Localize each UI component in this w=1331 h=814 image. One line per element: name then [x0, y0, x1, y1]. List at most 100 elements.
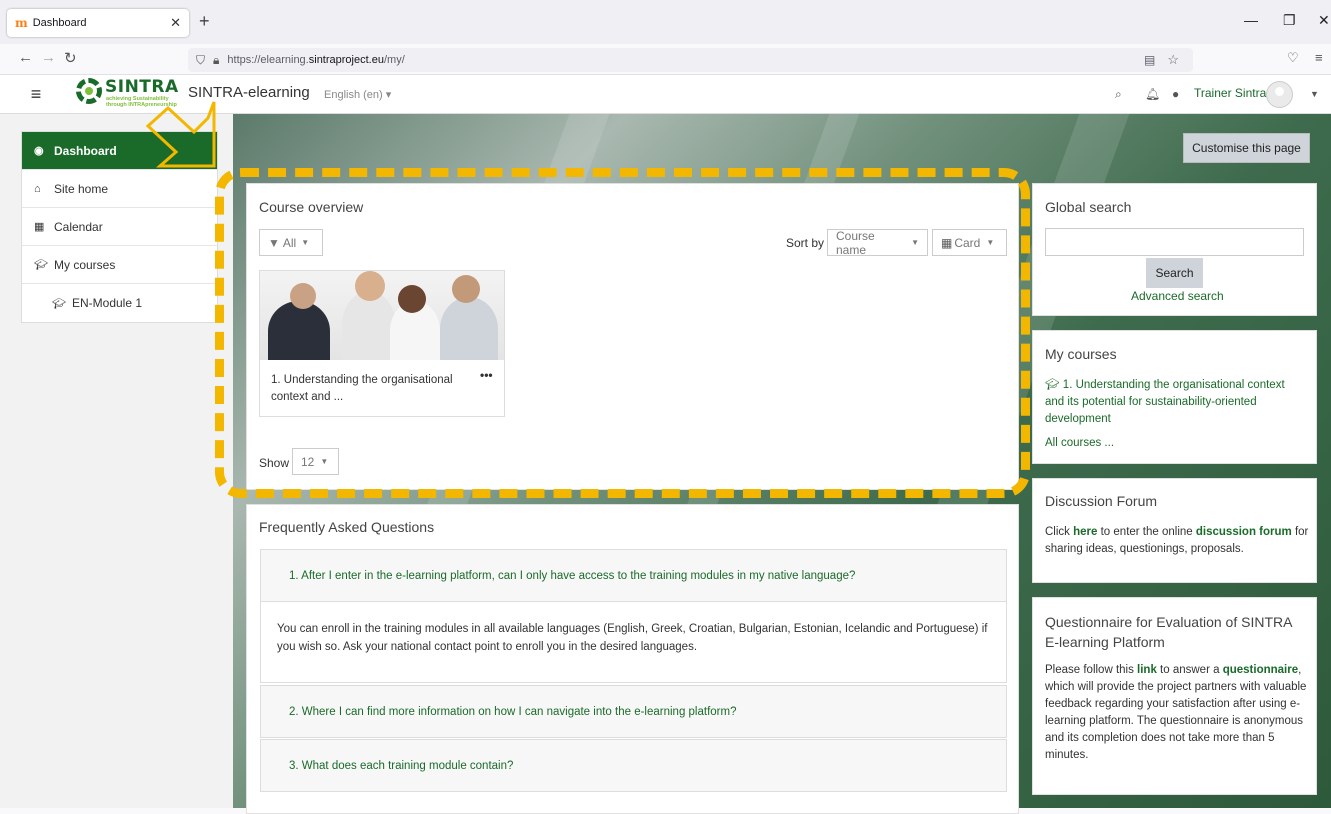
- search-button[interactable]: Search: [1146, 258, 1203, 288]
- forum-text: Click here to enter the online discussio…: [1045, 524, 1310, 558]
- url-path: /my/: [383, 54, 405, 66]
- advanced-search-link[interactable]: Advanced search: [1131, 289, 1224, 303]
- faq-question-1[interactable]: 1. After I enter in the e-learning platf…: [260, 549, 1007, 602]
- grid-icon: ▦: [941, 235, 953, 250]
- graduation-cap-icon: 🎓︎: [1045, 379, 1063, 391]
- sidebar-item-label: My courses: [54, 257, 116, 272]
- messages-icon[interactable]: ●: [1172, 87, 1179, 101]
- search-icon[interactable]: ⌕: [1115, 87, 1122, 102]
- questionnaire-link[interactable]: link: [1137, 664, 1157, 676]
- block-title: Frequently Asked Questions: [259, 519, 435, 535]
- chevron-down-icon: ▼: [986, 238, 995, 247]
- browser-tab[interactable]: m Dashboard ✕: [7, 9, 189, 37]
- questionnaire-text-part: Please follow this: [1045, 664, 1138, 676]
- annotation-arrow-icon: [146, 101, 216, 168]
- block-title: Discussion Forum: [1045, 493, 1158, 509]
- moodle-favicon-icon: m: [15, 16, 28, 30]
- sidebar-item-label: Site home: [54, 181, 109, 196]
- user-name[interactable]: Trainer Sintra: [1194, 86, 1266, 100]
- url-prefix: https://elearning.: [227, 54, 309, 66]
- back-icon[interactable]: ←: [18, 49, 33, 66]
- sidebar-item-label: EN-Module 1: [72, 296, 143, 310]
- global-search-block: Global search Search Advanced search: [1032, 183, 1317, 316]
- block-title: My courses: [1045, 346, 1117, 362]
- user-menu-caret-icon[interactable]: ▼: [1310, 89, 1319, 99]
- chevron-down-icon: ▼: [301, 238, 310, 247]
- shield-icon: ⛉: [196, 52, 206, 67]
- sort-dropdown[interactable]: Course name ▼: [827, 228, 928, 257]
- all-courses-link[interactable]: All courses ...: [1045, 435, 1114, 452]
- discussion-forum-block: Discussion Forum Click here to enter the…: [1032, 478, 1317, 583]
- view-value: Card: [954, 235, 981, 250]
- home-icon: ⌂: [34, 182, 41, 195]
- faq-question-2[interactable]: 2. Where I can find more information on …: [260, 685, 1007, 738]
- show-value: 12: [301, 454, 315, 469]
- course-link-text[interactable]: 1. Understanding the organisational cont…: [1045, 379, 1285, 425]
- menu-icon[interactable]: ≡: [1315, 50, 1323, 65]
- graduation-cap-icon: 🎓︎: [52, 297, 66, 310]
- customise-page-button[interactable]: Customise this page: [1183, 133, 1310, 163]
- sort-value: Course name: [836, 228, 875, 257]
- course-card-title[interactable]: 1. Understanding the organisational conte…: [271, 372, 471, 406]
- bookmark-star-icon[interactable]: ☆: [1167, 52, 1179, 68]
- course-title-line: context and ...: [271, 391, 344, 403]
- browser-toolbar: ← → ↻ ⛉ 🔒︎ https://elearning. sintraproje…: [0, 44, 1331, 75]
- questionnaire-text: Please follow this link to answer a ques…: [1045, 662, 1307, 764]
- sidebar-item-label: Dashboard: [54, 143, 117, 158]
- block-title: Global search: [1045, 199, 1132, 215]
- tab-close-icon[interactable]: ✕: [170, 15, 181, 31]
- graduation-cap-icon: 🎓︎: [34, 259, 48, 271]
- course-card[interactable]: 1. Understanding the organisational conte…: [259, 270, 505, 417]
- block-title: Questionnaire for Evaluation of SINTRA E…: [1045, 614, 1292, 650]
- pocket-icon[interactable]: ♡: [1287, 50, 1299, 66]
- restore-icon[interactable]: ❐: [1283, 12, 1296, 29]
- sidebar-item-en-module-1[interactable]: 🎓︎ EN-Module 1: [22, 284, 217, 322]
- more-options-icon[interactable]: •••: [480, 368, 493, 382]
- filter-icon: ▼: [268, 235, 280, 250]
- show-count-dropdown[interactable]: 12 ▼: [292, 448, 339, 475]
- faq-answer-1: You can enroll in the training modules i…: [260, 601, 1007, 683]
- global-search-input[interactable]: [1045, 228, 1304, 256]
- reload-icon[interactable]: ↻: [64, 49, 77, 67]
- view-dropdown[interactable]: ▦ Card ▼: [932, 229, 1007, 256]
- questionnaire-text-part: to answer a: [1156, 664, 1223, 676]
- forum-here-link[interactable]: here: [1073, 526, 1097, 538]
- sort-by-label: Sort by: [786, 236, 825, 250]
- chevron-down-icon: ▼: [911, 238, 919, 247]
- my-courses-block: My courses 🎓︎ 1. Understanding the organ…: [1032, 330, 1317, 464]
- avatar[interactable]: [1266, 81, 1293, 108]
- questionnaire-text-part: , which will provide the project partner…: [1045, 664, 1307, 761]
- reader-view-icon[interactable]: ▤: [1144, 53, 1155, 67]
- url-domain: sintraproject.eu: [308, 54, 384, 66]
- language-menu[interactable]: English (en) ▾: [324, 88, 391, 101]
- tab-title: Dashboard: [32, 17, 87, 29]
- dashboard-icon: ◉: [34, 145, 44, 157]
- show-label: Show: [259, 456, 290, 470]
- filter-value: All: [282, 235, 297, 250]
- calendar-icon: ▦: [34, 221, 45, 233]
- chevron-down-icon: ▼: [320, 457, 329, 466]
- drawer-toggle-icon[interactable]: ≡: [21, 83, 51, 107]
- faq-question-3[interactable]: 3. What does each training module contai…: [260, 739, 1007, 792]
- course-title-line: 1. Understanding the organisational: [271, 374, 453, 386]
- lock-icon: 🔒︎: [213, 52, 220, 67]
- browser-tab-bar: m Dashboard ✕ + — ❐ ✕: [0, 0, 1331, 44]
- course-overview-block: Course overview ▼ All ▼ Sort by Course nam…: [246, 183, 1019, 490]
- forum-text-part: Click: [1045, 526, 1074, 538]
- questionnaire-block: Questionnaire for Evaluation of SINTRA E…: [1032, 597, 1317, 795]
- minimize-icon[interactable]: —: [1244, 12, 1258, 28]
- sidebar-item-my-courses[interactable]: 🎓︎ My courses: [22, 246, 217, 284]
- address-bar[interactable]: ⛉ 🔒︎ https://elearning. sintraproject.eu /…: [188, 48, 1193, 72]
- new-tab-icon[interactable]: +: [199, 11, 210, 32]
- sidebar-item-site-home[interactable]: ⌂ Site home: [22, 170, 217, 208]
- forward-icon[interactable]: →: [41, 49, 56, 66]
- my-course-link[interactable]: 🎓︎ 1. Understanding the organisational c…: [1045, 377, 1307, 428]
- window-close-icon[interactable]: ✕: [1318, 12, 1330, 29]
- notifications-bell-icon[interactable]: 🔔︎: [1145, 87, 1160, 101]
- questionnaire-word-link[interactable]: questionnaire: [1223, 664, 1298, 676]
- sidebar-item-calendar[interactable]: ▦ Calendar: [22, 208, 217, 246]
- sidebar-item-label: Calendar: [54, 219, 103, 234]
- discussion-forum-link[interactable]: discussion forum: [1196, 526, 1292, 538]
- course-filter-dropdown[interactable]: ▼ All ▼: [259, 229, 323, 256]
- forum-text-part: to enter the online: [1097, 526, 1196, 538]
